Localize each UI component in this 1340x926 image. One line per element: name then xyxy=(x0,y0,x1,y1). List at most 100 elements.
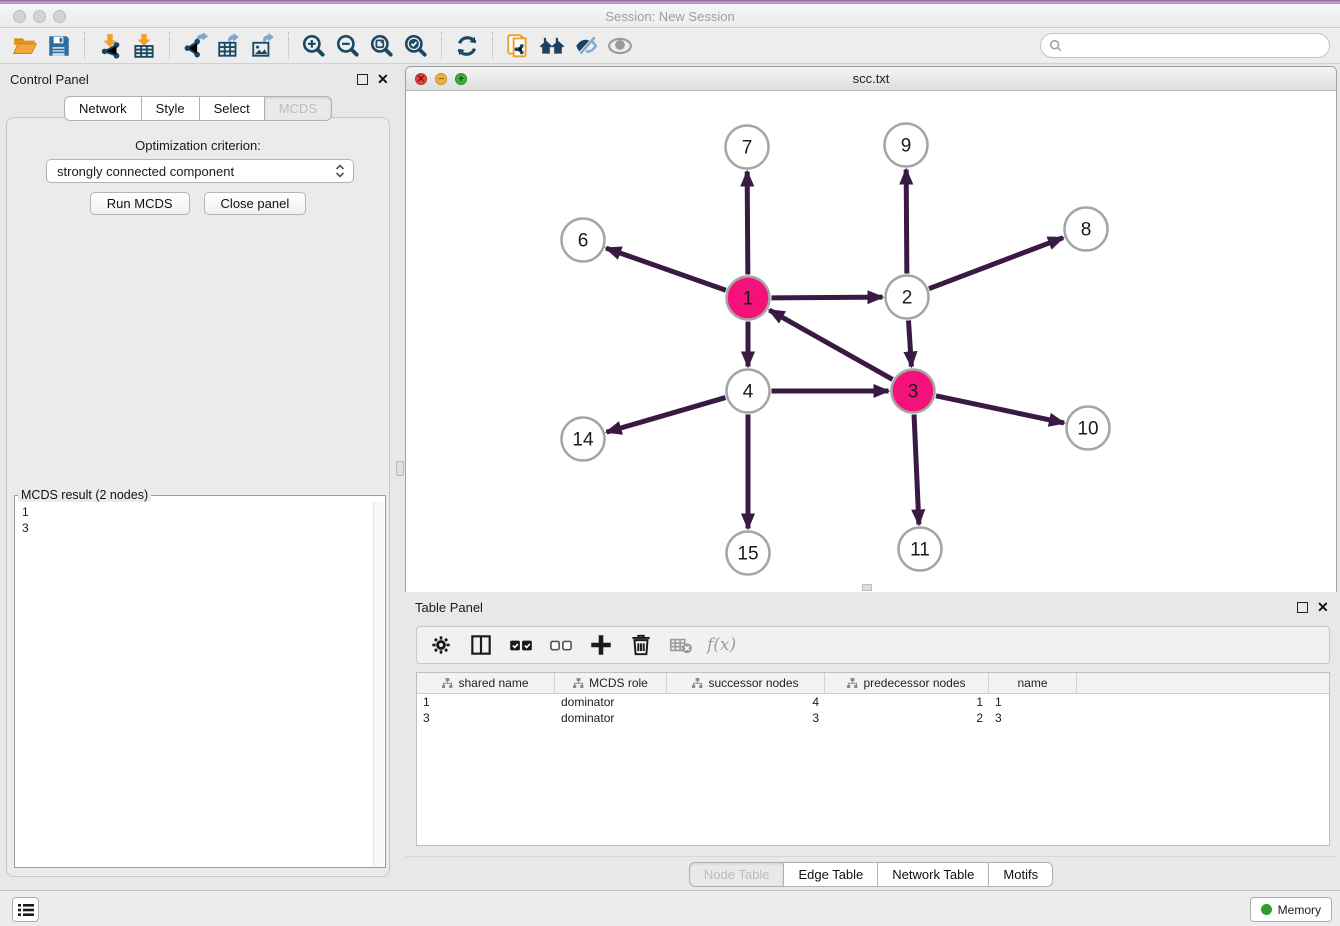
graph-node-8[interactable]: 8 xyxy=(1065,208,1108,251)
criterion-select[interactable]: strongly connected component xyxy=(46,159,354,183)
close-panel-button[interactable]: Close panel xyxy=(204,192,307,215)
cell-predecessor-nodes[interactable]: 2 xyxy=(825,710,989,726)
graph-node-9[interactable]: 9 xyxy=(885,124,928,167)
table-row[interactable]: 3dominator323 xyxy=(417,710,1329,726)
graph-node-15[interactable]: 15 xyxy=(727,532,770,575)
close-panel-icon[interactable]: ✕ xyxy=(377,74,389,85)
delete-column-icon[interactable] xyxy=(627,630,655,660)
birds-eye-view-icon[interactable] xyxy=(603,31,637,61)
cell-name[interactable]: 3 xyxy=(989,710,1077,726)
graph-node-11[interactable]: 11 xyxy=(899,528,942,571)
add-column-icon[interactable] xyxy=(587,630,615,660)
toggle-panel-mode-icon[interactable] xyxy=(467,630,495,660)
cell-successor-nodes[interactable]: 4 xyxy=(667,694,825,710)
tab-network-table[interactable]: Network Table xyxy=(878,862,989,887)
zoom-fit-icon[interactable] xyxy=(365,31,399,61)
deselect-all-columns-icon[interactable] xyxy=(547,630,575,660)
apply-layout-icon[interactable] xyxy=(450,31,484,61)
table-row[interactable]: 1dominator411 xyxy=(417,694,1329,710)
search-field[interactable] xyxy=(1040,33,1330,58)
zoom-in-icon[interactable] xyxy=(297,31,331,61)
tab-motifs[interactable]: Motifs xyxy=(989,862,1053,887)
cell-mcds-role[interactable]: dominator xyxy=(555,710,667,726)
column-header-predecessor-nodes[interactable]: predecessor nodes xyxy=(825,673,989,693)
graph-node-10[interactable]: 10 xyxy=(1067,407,1110,450)
open-session-icon[interactable] xyxy=(8,31,42,61)
cell-predecessor-nodes[interactable]: 1 xyxy=(825,694,989,710)
table-panel-title: Table Panel xyxy=(415,600,483,615)
graph-edge-2-9[interactable] xyxy=(906,169,907,273)
memory-button[interactable]: Memory xyxy=(1250,897,1332,922)
export-network-icon[interactable] xyxy=(178,31,212,61)
graph-edge-1-2[interactable] xyxy=(771,297,882,298)
tab-mcds[interactable]: MCDS xyxy=(265,96,332,121)
zoom-out-icon[interactable] xyxy=(331,31,365,61)
svg-text:9: 9 xyxy=(901,136,912,157)
import-table-icon[interactable] xyxy=(127,31,161,61)
clone-network-icon[interactable] xyxy=(501,31,535,61)
table-panel-controls: ✕ xyxy=(1297,602,1329,613)
network-window-titlebar[interactable]: ✕ − + scc.txt xyxy=(406,67,1336,91)
graph-node-6[interactable]: 6 xyxy=(562,219,605,262)
select-all-columns-icon[interactable] xyxy=(507,630,535,660)
column-header-successor-nodes[interactable]: successor nodes xyxy=(667,673,825,693)
horizontal-scroll-thumb[interactable] xyxy=(862,584,872,591)
import-network-icon[interactable] xyxy=(93,31,127,61)
column-header-name[interactable]: name xyxy=(989,673,1077,693)
float-panel-icon[interactable] xyxy=(357,74,368,85)
tab-select[interactable]: Select xyxy=(200,96,265,121)
cell-mcds-role[interactable]: dominator xyxy=(555,694,667,710)
cell-shared-name[interactable]: 3 xyxy=(417,710,555,726)
graphics-details-icon[interactable] xyxy=(569,31,603,61)
search-input[interactable] xyxy=(1063,39,1329,53)
column-header-mcds-role[interactable]: MCDS role xyxy=(555,673,667,693)
svg-text:14: 14 xyxy=(572,430,594,451)
graph-node-1[interactable]: 1 xyxy=(727,277,770,320)
column-settings-icon[interactable] xyxy=(427,630,455,660)
result-scrollbar[interactable] xyxy=(373,502,384,866)
control-panel-title: Control Panel xyxy=(10,72,89,87)
export-table-icon[interactable] xyxy=(212,31,246,61)
cell-successor-nodes[interactable]: 3 xyxy=(667,710,825,726)
float-table-panel-icon[interactable] xyxy=(1297,602,1308,613)
graph-edge-2-8[interactable] xyxy=(929,238,1063,289)
tab-network[interactable]: Network xyxy=(64,96,142,121)
graph-edge-1-7[interactable] xyxy=(747,171,748,274)
graph-edge-2-3[interactable] xyxy=(908,320,911,366)
network-graph[interactable]: 1 2 3 4 6 7 8 9 10 11 14 15 xyxy=(406,91,1336,592)
graph-edge-3-11[interactable] xyxy=(914,414,919,524)
mcds-result-text[interactable]: 1 3 xyxy=(16,502,373,866)
graph-edge-3-1[interactable] xyxy=(769,310,892,379)
graph-edge-4-14[interactable] xyxy=(607,398,726,433)
zoom-selected-icon[interactable] xyxy=(399,31,433,61)
graph-node-4[interactable]: 4 xyxy=(727,370,770,413)
column-header-shared-name[interactable]: shared name xyxy=(417,673,555,693)
save-session-icon[interactable] xyxy=(42,31,76,61)
splitter-handle[interactable] xyxy=(396,461,404,476)
svg-text:2: 2 xyxy=(902,288,913,309)
svg-text:3: 3 xyxy=(908,382,919,403)
mcds-result-title: MCDS result (2 nodes) xyxy=(18,488,151,502)
graph-node-7[interactable]: 7 xyxy=(726,126,769,169)
graph-node-14[interactable]: 14 xyxy=(562,418,605,461)
network-view-window: ✕ − + scc.txt 1 2 3 4 6 7 8 9 10 11 14 15 xyxy=(405,66,1337,592)
graph-node-3[interactable]: 3 xyxy=(892,370,935,413)
delete-table-icon[interactable] xyxy=(667,630,695,660)
tab-node-table[interactable]: Node Table xyxy=(689,862,785,887)
network-canvas[interactable]: 1 2 3 4 6 7 8 9 10 11 14 15 xyxy=(406,91,1336,592)
cell-shared-name[interactable]: 1 xyxy=(417,694,555,710)
network-browser-icon[interactable] xyxy=(535,31,569,61)
function-builder-icon[interactable]: f(x) xyxy=(707,635,736,655)
run-mcds-button[interactable]: Run MCDS xyxy=(90,192,190,215)
cell-name[interactable]: 1 xyxy=(989,694,1077,710)
task-history-button[interactable] xyxy=(12,897,39,922)
tab-edge-table[interactable]: Edge Table xyxy=(784,862,878,887)
graph-node-2[interactable]: 2 xyxy=(886,276,929,319)
tab-style[interactable]: Style xyxy=(142,96,200,121)
close-table-panel-icon[interactable]: ✕ xyxy=(1317,602,1329,613)
graph-edge-3-10[interactable] xyxy=(936,396,1064,423)
export-image-icon[interactable] xyxy=(246,31,280,61)
select-arrows-icon xyxy=(335,164,345,178)
node-table: shared nameMCDS rolesuccessor nodesprede… xyxy=(416,672,1330,846)
graph-edge-1-6[interactable] xyxy=(606,248,726,290)
